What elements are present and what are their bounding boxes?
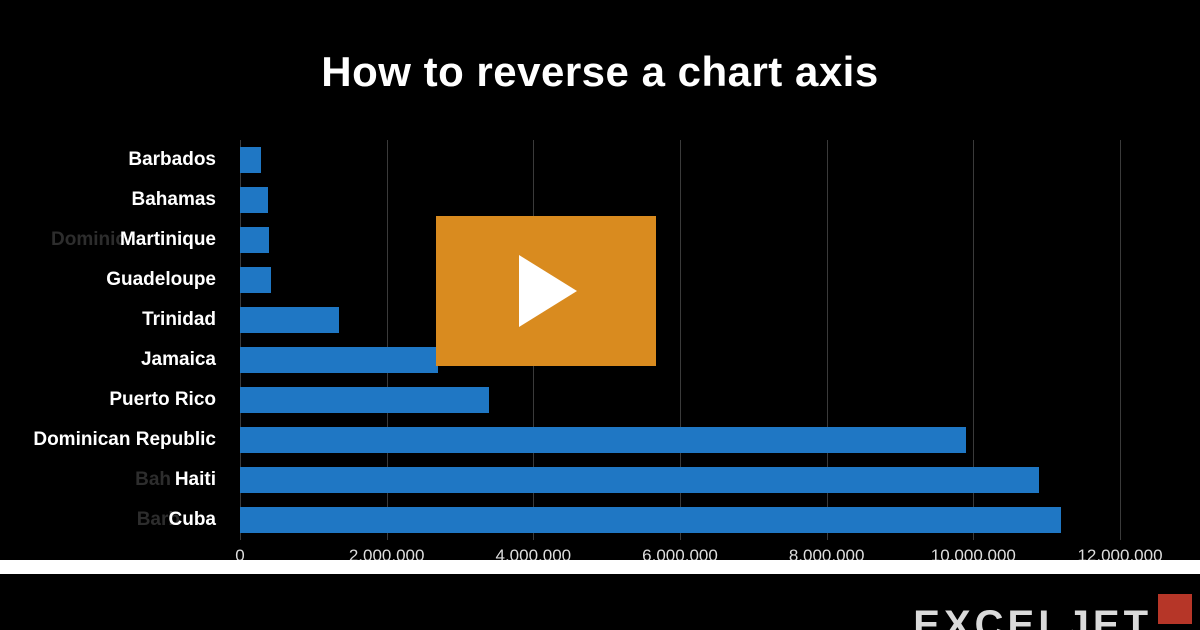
- bar: [240, 147, 261, 173]
- plot-area: [240, 140, 1120, 540]
- bar-row: [240, 460, 1039, 500]
- y-tick-label: Guadeloupe: [0, 260, 230, 300]
- bar: [240, 427, 966, 453]
- play-icon: [511, 251, 581, 331]
- bar: [240, 267, 271, 293]
- y-tick-label: Jamaica: [0, 340, 230, 380]
- gridline: [1120, 140, 1121, 540]
- bar: [240, 307, 339, 333]
- y-tick-label: Haiti: [0, 460, 230, 500]
- bar: [240, 187, 268, 213]
- y-tick-label: Dominican Republic: [0, 420, 230, 460]
- bar: [240, 387, 489, 413]
- bar-row: [240, 340, 438, 380]
- y-tick-label: Cuba: [0, 500, 230, 540]
- bar-row: [240, 500, 1061, 540]
- bar: [240, 507, 1061, 533]
- brand-badge-icon: [1158, 594, 1192, 624]
- bar-row: [240, 140, 261, 180]
- bar-row: [240, 260, 271, 300]
- bar-row: [240, 420, 966, 460]
- y-tick-label: Puerto Rico: [0, 380, 230, 420]
- bar: [240, 467, 1039, 493]
- bar-row: [240, 220, 269, 260]
- bar-row: [240, 180, 268, 220]
- bar: [240, 227, 269, 253]
- y-tick-label: Barbados: [0, 140, 230, 180]
- bar-row: [240, 300, 339, 340]
- bar: [240, 347, 438, 373]
- bar-row: [240, 380, 489, 420]
- y-tick-label: Martinique: [0, 220, 230, 260]
- y-tick-label: Bahamas: [0, 180, 230, 220]
- brand-text: EXCELJET: [913, 594, 1152, 630]
- page-title: How to reverse a chart axis: [0, 0, 1200, 96]
- divider: [0, 560, 1200, 574]
- play-button[interactable]: [436, 216, 656, 366]
- y-tick-label: Trinidad: [0, 300, 230, 340]
- brand-watermark: EXCELJET: [913, 594, 1192, 630]
